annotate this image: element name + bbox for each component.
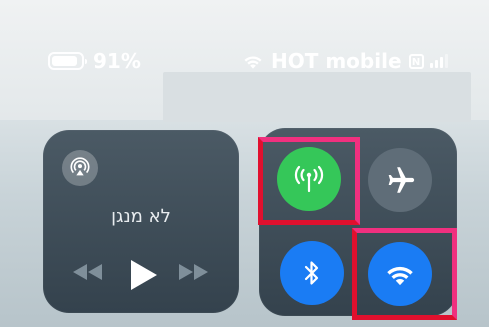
airplane-mode-toggle[interactable] — [368, 148, 432, 212]
signal-strength-icon — [429, 54, 448, 68]
fast-forward-icon — [179, 264, 208, 280]
bluetooth-toggle[interactable] — [280, 241, 344, 305]
play-icon — [131, 260, 157, 290]
previous-track-button[interactable] — [70, 260, 106, 284]
status-left: 91% — [48, 46, 141, 76]
cellular-data-toggle[interactable] — [277, 147, 341, 211]
rewind-icon — [73, 264, 102, 280]
wifi-icon — [387, 266, 413, 285]
airplay-icon — [70, 157, 90, 176]
now-playing-label: לא מנגן — [111, 206, 171, 227]
carrier-name: HOT mobile — [271, 49, 402, 73]
status-right: HOT mobile N — [243, 46, 448, 76]
cellular-antenna-icon — [294, 165, 324, 193]
next-track-button[interactable] — [175, 260, 211, 284]
battery-percent: 91% — [93, 49, 141, 73]
airplay-button[interactable] — [62, 150, 98, 186]
wifi-toggle[interactable] — [368, 242, 432, 306]
bluetooth-icon — [304, 261, 319, 285]
blurred-region — [163, 72, 471, 122]
battery-icon — [48, 52, 87, 70]
carrier-badge: N — [408, 53, 424, 69]
airplane-icon — [388, 167, 415, 193]
wifi-status-icon — [244, 55, 262, 69]
play-button[interactable] — [127, 258, 159, 292]
